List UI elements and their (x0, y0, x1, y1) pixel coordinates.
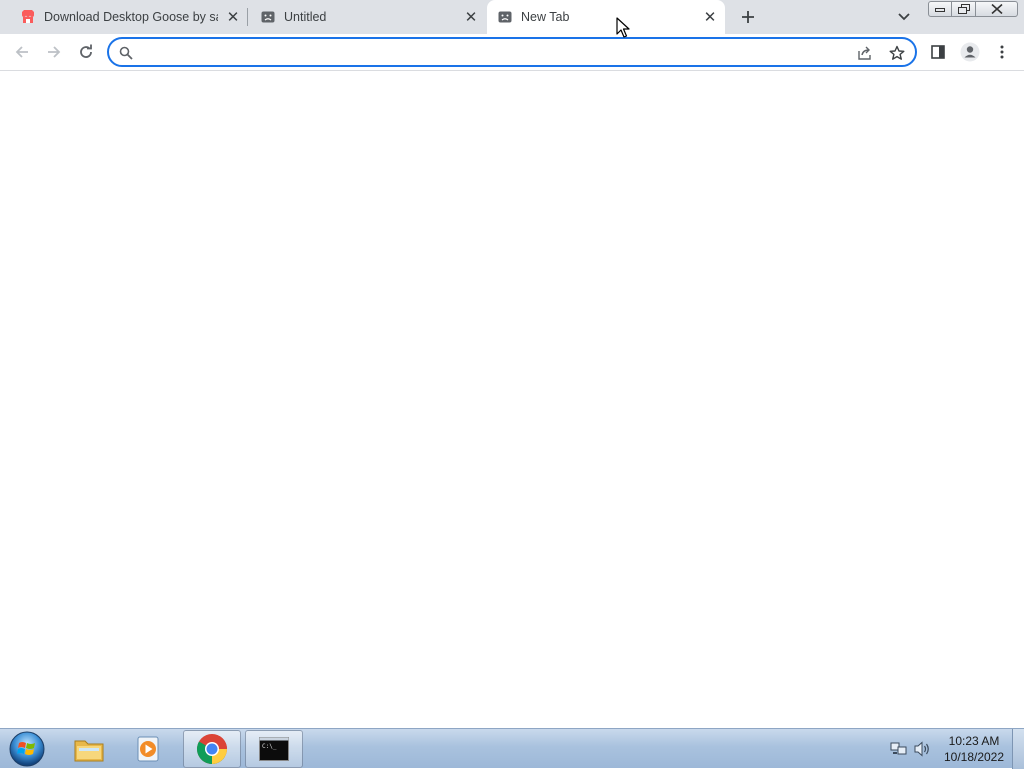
tab-strip: Download Desktop Goose by sam ✕ Untitled… (0, 0, 1024, 34)
sad-face-icon (497, 9, 513, 25)
volume-icon[interactable] (913, 741, 931, 762)
restore-button[interactable] (952, 1, 976, 17)
clock-time: 10:23 AM (948, 734, 1000, 748)
restore-icon (957, 4, 970, 14)
side-panel-button[interactable] (925, 39, 951, 65)
avatar-icon (960, 42, 980, 62)
chevron-down-icon (898, 13, 910, 21)
taskbar-clock[interactable]: 10:23 AM 10/18/2022 (938, 733, 1010, 765)
bookmark-star-icon[interactable] (887, 43, 907, 63)
mouse-pointer-icon (616, 17, 630, 38)
windows-orb-icon (9, 731, 45, 767)
reload-button[interactable] (73, 39, 99, 65)
taskbar-media-player[interactable] (120, 730, 178, 768)
media-player-icon (137, 736, 159, 762)
tab-new-tab[interactable]: New Tab ✕ (487, 0, 725, 34)
tab-title: New Tab (521, 10, 570, 24)
tab-title: Untitled (284, 10, 327, 24)
svg-text:C:\_: C:\_ (262, 743, 277, 750)
close-icon (990, 4, 1003, 14)
tab-download-desktop-goose[interactable]: Download Desktop Goose by sam ✕ (10, 0, 246, 34)
forward-button[interactable] (41, 39, 67, 65)
menu-button[interactable] (989, 39, 1015, 65)
close-tab-icon[interactable]: ✕ (701, 8, 719, 26)
profile-button[interactable] (957, 39, 983, 65)
taskbar: C:\_ 10:23 AM 10/18/2022 (0, 728, 1024, 769)
more-vertical-icon (1000, 45, 1004, 59)
page-content[interactable] (0, 71, 1024, 728)
arrow-right-icon (48, 46, 61, 58)
browser-toolbar (0, 34, 1024, 71)
new-tab-button[interactable] (736, 6, 760, 28)
taskbar-chrome[interactable] (183, 730, 241, 768)
address-bar[interactable] (107, 37, 917, 67)
minimize-button[interactable] (928, 1, 952, 17)
close-tab-icon[interactable]: ✕ (224, 8, 242, 26)
close-tab-icon[interactable]: ✕ (462, 8, 480, 26)
reload-icon (80, 44, 92, 58)
terminal-icon: C:\_ (259, 737, 289, 761)
close-window-button[interactable] (976, 1, 1018, 17)
tab-separator (247, 8, 248, 26)
tab-untitled[interactable]: Untitled ✕ (250, 0, 484, 34)
minimize-icon (935, 8, 945, 12)
back-button[interactable] (9, 39, 35, 65)
side-panel-icon (931, 45, 945, 59)
search-icon (116, 43, 136, 63)
folder-icon (74, 740, 104, 762)
tab-search-button[interactable] (894, 8, 914, 26)
plus-icon (742, 11, 754, 23)
show-desktop-button[interactable] (1012, 729, 1024, 769)
network-icon[interactable] (890, 741, 908, 762)
arrow-left-icon (15, 46, 28, 58)
start-button[interactable] (6, 730, 48, 768)
itch-io-icon (20, 9, 36, 25)
taskbar-explorer[interactable] (60, 730, 118, 768)
taskbar-terminal[interactable]: C:\_ (245, 730, 303, 768)
share-icon[interactable] (855, 43, 875, 63)
sad-face-icon (260, 9, 276, 25)
chrome-icon (196, 734, 227, 765)
clock-date: 10/18/2022 (943, 750, 1005, 764)
tab-title: Download Desktop Goose by sam (44, 10, 218, 24)
address-input[interactable] (139, 42, 839, 62)
